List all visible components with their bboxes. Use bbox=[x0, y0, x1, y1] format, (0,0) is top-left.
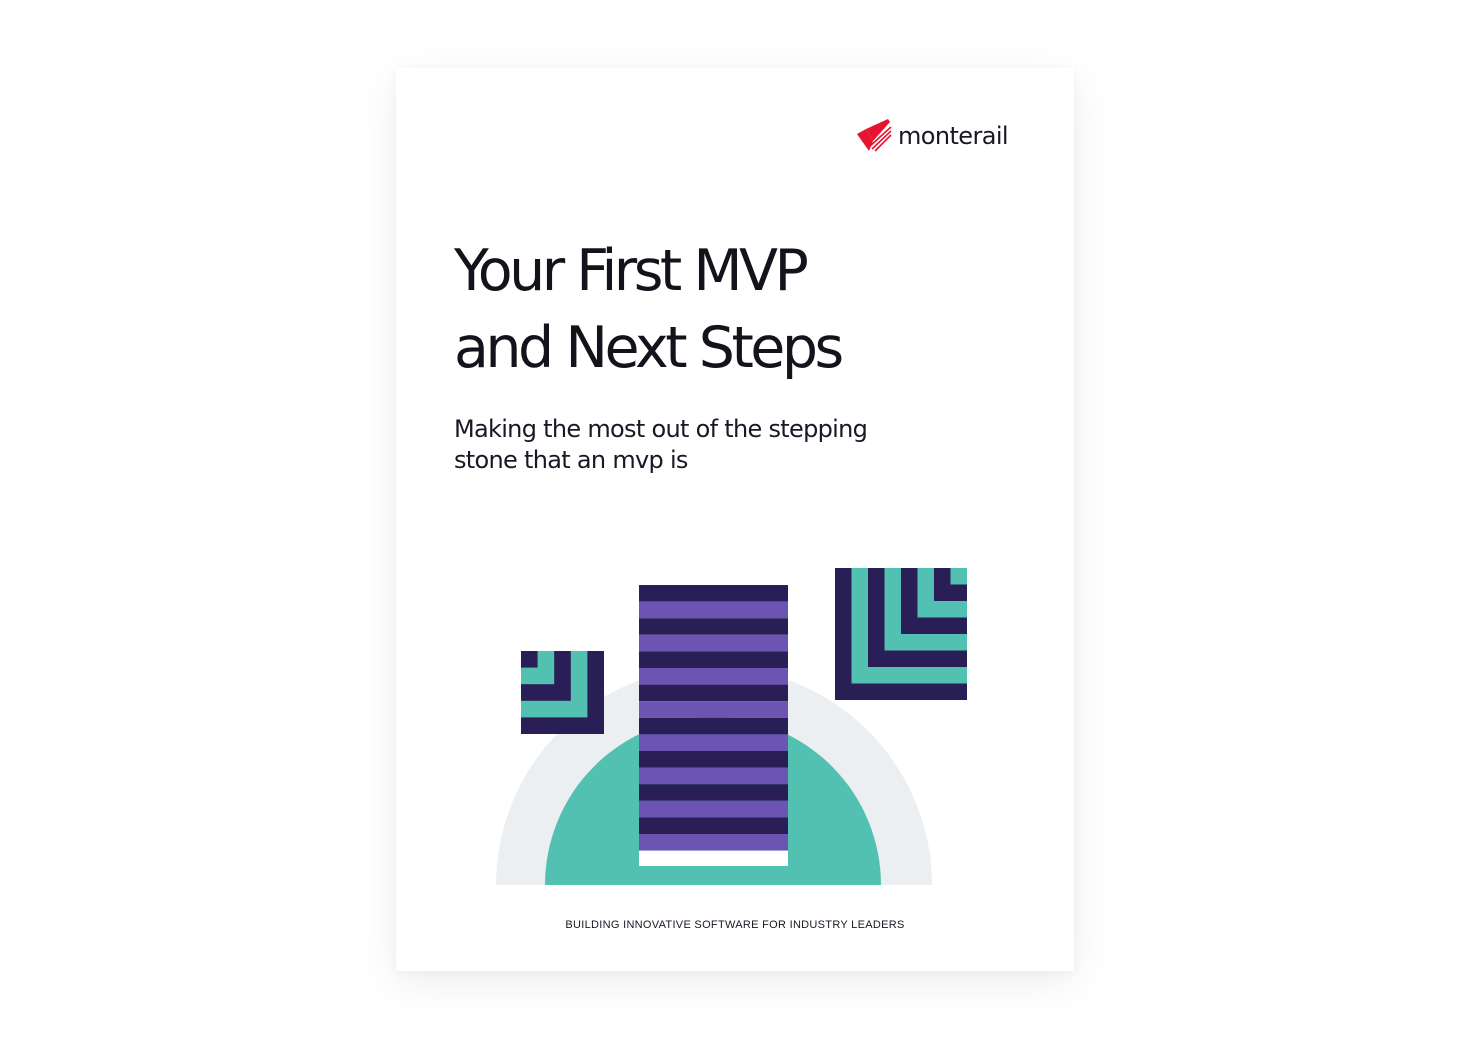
stage: monterail Your First MVP and Next Steps … bbox=[0, 0, 1470, 1040]
striped-tower bbox=[639, 585, 788, 866]
large-corner-pattern bbox=[835, 568, 967, 700]
small-corner-pattern bbox=[521, 651, 604, 734]
cover-tagline: BUILDING INNOVATIVE SOFTWARE FOR INDUSTR… bbox=[565, 919, 905, 931]
ebook-cover: monterail Your First MVP and Next Steps … bbox=[396, 68, 1074, 971]
cover-illustration bbox=[496, 568, 967, 885]
